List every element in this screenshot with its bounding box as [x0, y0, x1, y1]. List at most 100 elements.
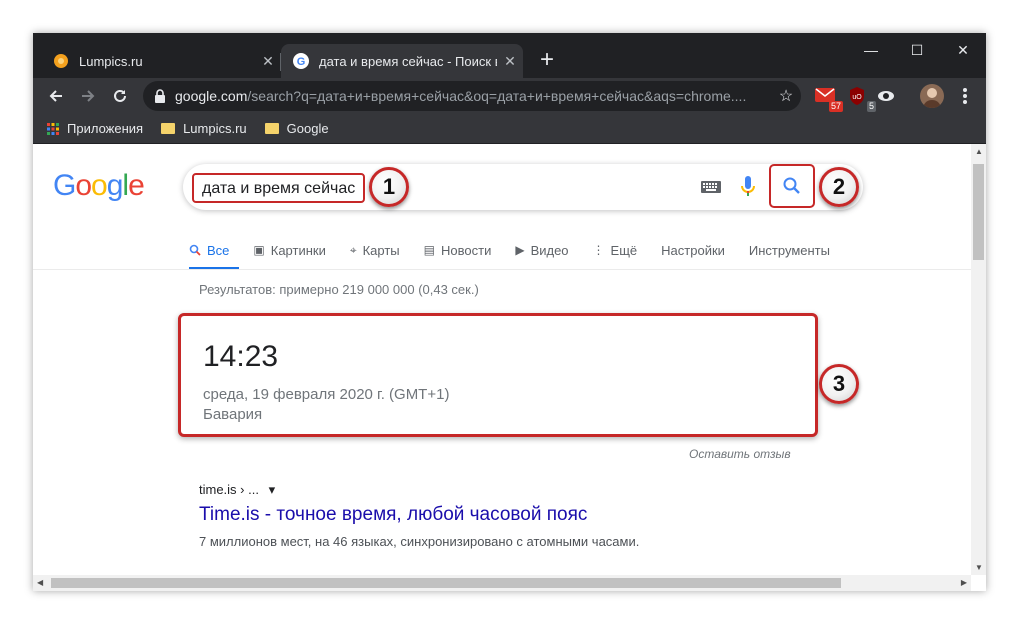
minimize-button[interactable]: — [848, 37, 894, 63]
scrollbar-thumb[interactable] [973, 164, 984, 260]
tab-title: дата и время сейчас - Поиск в G [319, 53, 497, 69]
time-answer-card: 14:23 среда, 19 февраля 2020 г. (GMT+1) … [178, 313, 818, 437]
tab-tools[interactable]: Инструменты [749, 234, 830, 266]
bookmark-apps[interactable]: Приложения [47, 121, 143, 136]
tab-google-search[interactable]: G дата и время сейчас - Поиск в G ✕ [281, 44, 523, 78]
google-g-icon: G [293, 53, 309, 69]
tab-maps[interactable]: ⌖ Карты [350, 234, 400, 266]
result-title-link[interactable]: Time.is - точное время, любой часовой по… [199, 504, 587, 526]
search-tabs: Все ▣ Картинки ⌖ Карты ▤ Новости ▶ Видео… [189, 234, 854, 270]
search-input[interactable]: дата и время сейчас [192, 173, 366, 203]
bookmark-label: Приложения [67, 121, 144, 136]
tab-label: Новости [441, 242, 492, 258]
search-icon [783, 177, 800, 194]
tab-close-icon[interactable]: ✕ [255, 53, 281, 70]
tab-label: Настройки [661, 242, 725, 258]
url-host: google.com [175, 88, 248, 104]
arrow-left-icon [49, 90, 62, 102]
back-button[interactable] [41, 81, 71, 111]
avatar[interactable] [920, 84, 944, 108]
url-path: /search?q=дата+и+время+сейчас&oq=дата+и+… [247, 88, 747, 104]
toolbar: google.com /search?q=дата+и+время+сейчас… [33, 78, 986, 114]
tab-label: Картинки [270, 242, 326, 258]
forward-button[interactable] [73, 81, 103, 111]
google-logo[interactable]: Google [53, 169, 145, 203]
maximize-button[interactable]: ☐ [894, 37, 940, 63]
profile-avatar-icon [923, 88, 941, 108]
search-box: дата и время сейчас [183, 164, 863, 210]
tab-more[interactable]: ⋮ Ещё [593, 234, 638, 266]
apps-grid-icon [47, 122, 59, 135]
folder-icon [264, 123, 279, 134]
play-icon: ▶ [515, 243, 525, 257]
tab-all[interactable]: Все [189, 234, 240, 270]
bookmarks-bar: Приложения Lumpics.ru Google [33, 114, 986, 144]
eye-icon [878, 91, 894, 101]
more-icon: ⋮ [592, 243, 605, 257]
scroll-right-icon[interactable]: ▶ [961, 578, 967, 587]
reload-icon [114, 89, 126, 102]
bookmark-google[interactable]: Google [264, 121, 329, 136]
mail-extension-icon[interactable]: 57 [815, 86, 843, 112]
arrow-right-icon [82, 90, 95, 102]
pin-icon: ⌖ [349, 242, 357, 257]
mail-badge: 57 [828, 101, 843, 112]
tab-label: Карты [362, 242, 400, 258]
page-content: Google дата и время сейчас 1 2 Все ▣ Кар… [33, 144, 971, 575]
menu-button[interactable] [950, 81, 980, 111]
scrollbar-thumb[interactable] [51, 578, 841, 588]
vertical-scrollbar[interactable]: ▲ ▼ [971, 144, 986, 575]
kebab-menu-icon [963, 88, 967, 104]
eye-extension-icon[interactable] [876, 86, 898, 108]
annotation-marker-3: 3 [819, 364, 859, 404]
tab-lumpics[interactable]: Lumpics.ru ✕ [41, 44, 281, 78]
result-snippet: 7 миллионов мест, на 46 языках, синхрони… [199, 534, 640, 549]
annotation-marker-1: 1 [369, 167, 409, 207]
tab-settings[interactable]: Настройки [661, 234, 725, 266]
tab-close-icon[interactable]: ✕ [497, 53, 523, 70]
bookmark-lumpics[interactable]: Lumpics.ru [161, 121, 247, 136]
microphone-icon[interactable] [741, 176, 755, 198]
folder-icon [161, 123, 176, 134]
search-button[interactable] [769, 164, 815, 208]
time-location: Бавария [203, 406, 263, 423]
orange-circle-icon [54, 54, 68, 68]
reload-button[interactable] [105, 81, 135, 111]
search-icon [189, 244, 201, 256]
lock-icon [155, 89, 165, 103]
result-breadcrumb: time.is › ... ▾ [199, 482, 275, 498]
tab-news[interactable]: ▤ Новости [424, 234, 492, 266]
browser-window: Lumpics.ru ✕ G дата и время сейчас - Пои… [33, 33, 986, 591]
scroll-down-icon[interactable]: ▼ [975, 563, 983, 572]
current-date: среда, 19 февраля 2020 г. (GMT+1) [203, 386, 450, 403]
tab-video[interactable]: ▶ Видео [515, 234, 568, 266]
image-icon: ▣ [253, 243, 265, 257]
annotation-marker-2: 2 [819, 167, 859, 207]
window-close-button[interactable]: ✕ [940, 37, 986, 63]
scroll-up-icon[interactable]: ▲ [975, 147, 983, 156]
bookmark-label: Lumpics.ru [183, 121, 247, 136]
feedback-link[interactable]: Оставить отзыв [689, 447, 791, 461]
tab-images[interactable]: ▣ Картинки [253, 234, 325, 266]
address-bar[interactable]: google.com /search?q=дата+и+время+сейчас… [143, 81, 801, 111]
scroll-left-icon[interactable]: ◀ [37, 578, 43, 587]
result-cite-text: time.is › ... [199, 482, 259, 497]
divider [33, 269, 971, 270]
tab-title: Lumpics.ru [79, 53, 143, 69]
tab-strip: Lumpics.ru ✕ G дата и время сейчас - Пои… [33, 33, 986, 78]
news-icon: ▤ [423, 243, 435, 257]
bookmark-label: Google [286, 121, 329, 136]
horizontal-scrollbar[interactable]: ◀ ▶ [33, 575, 971, 591]
results-stats: Результатов: примерно 219 000 000 (0,43 … [199, 282, 479, 297]
new-tab-button[interactable]: + [533, 47, 561, 75]
chevron-down-icon[interactable]: ▾ [269, 482, 276, 497]
tab-label: Все [207, 242, 230, 258]
svg-text:uO: uO [852, 94, 862, 101]
ublock-extension-icon[interactable]: uO 5 [848, 86, 876, 112]
current-time: 14:23 [203, 340, 279, 373]
keyboard-icon[interactable] [701, 181, 721, 193]
tab-label: Видео [530, 242, 569, 258]
bookmark-star-icon[interactable]: ☆ [771, 86, 801, 106]
svg-text:G: G [297, 56, 306, 68]
tab-label: Ещё [610, 242, 638, 258]
